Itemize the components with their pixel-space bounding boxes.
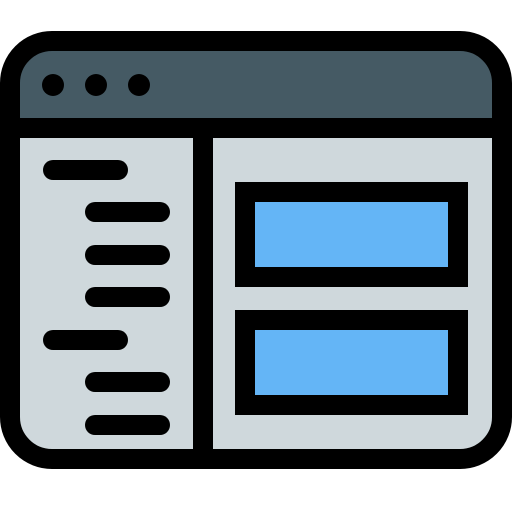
window-control-dot-1 <box>42 74 64 96</box>
window-titlebar <box>10 41 502 128</box>
window-controls <box>42 74 150 96</box>
browser-window-sidebar-layout-icon <box>0 31 512 469</box>
window-control-dot-2 <box>85 74 107 96</box>
content-block-1 <box>235 182 468 287</box>
window-control-dot-3 <box>128 74 150 96</box>
content-block-2 <box>235 310 468 415</box>
